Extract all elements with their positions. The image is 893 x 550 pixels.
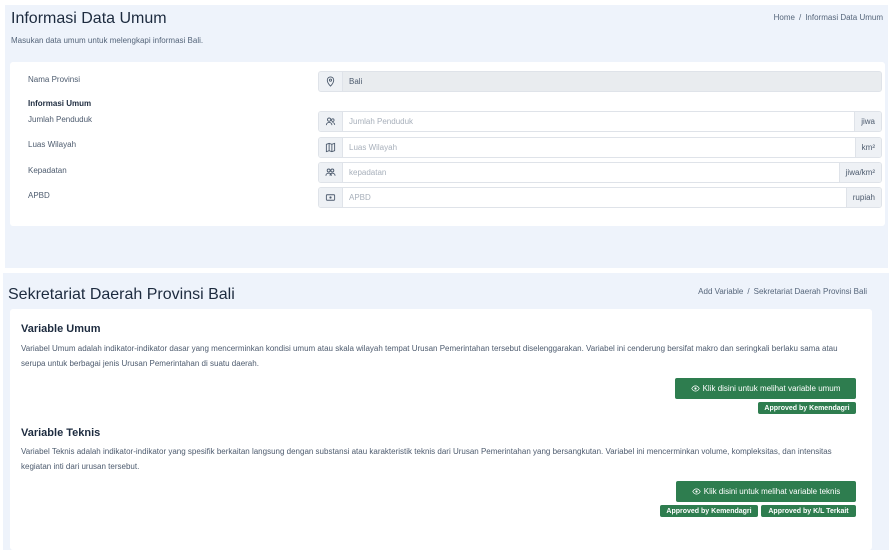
penduduk-input[interactable]: Jumlah Penduduk: [343, 112, 854, 131]
kepadatan-suffix: jiwa/km²: [838, 163, 881, 182]
provinsi-label: Nama Provinsi: [28, 75, 81, 84]
breadcrumb-home[interactable]: Home: [774, 13, 795, 22]
page-subtitle: Masukan data umum untuk melengkapi infor…: [11, 36, 204, 45]
informasi-data-umum-section: Informasi Data Umum Masukan data umum un…: [5, 5, 888, 268]
kepadatan-input[interactable]: kepadatan: [343, 163, 839, 182]
lihat-variable-umum-label: Klik disini untuk melihat variable umum: [702, 384, 841, 393]
lihat-variable-teknis-button[interactable]: Klik disini untuk melihat variable tekni…: [676, 481, 856, 502]
users-group-icon: [319, 163, 343, 182]
variable-umum-description: Variabel Umum adalah indikator-indikator…: [21, 344, 838, 368]
variable-teknis-heading: Variable Teknis: [21, 427, 101, 439]
luas-suffix: km²: [854, 138, 881, 157]
badge-approved-kl-terkait: Approved by K/L Terkait: [761, 505, 856, 517]
breadcrumb-sekretariat: Add Variable / Sekretariat Daerah Provinsi…: [698, 287, 867, 296]
variable-card: Variable Umum Variabel Umum adalah indik…: [10, 309, 872, 550]
variable-umum-heading: Variable Umum: [21, 323, 101, 335]
money-icon: [319, 188, 343, 207]
sekretariat-title: Sekretariat Daerah Provinsi Bali: [8, 286, 235, 303]
map-pin-icon: [319, 72, 343, 91]
informasi-umum-heading: Informasi Umum: [28, 99, 92, 108]
badge-approved-kemendagri-umum: Approved by Kemendagri: [758, 402, 856, 414]
map-icon: [319, 138, 343, 157]
penduduk-input-group[interactable]: Jumlah Penduduk jiwa: [318, 111, 882, 132]
variable-teknis-description: Variabel Teknis adalah indikator-indikat…: [21, 447, 832, 471]
penduduk-label: Jumlah Penduduk: [28, 115, 93, 124]
apbd-input[interactable]: APBD: [343, 188, 846, 207]
data-umum-card: Nama Provinsi Informasi Umum Jumlah Pend…: [10, 62, 885, 226]
apbd-suffix: rupiah: [845, 188, 881, 207]
penduduk-suffix: jiwa: [854, 112, 881, 131]
breadcrumb: Home / Informasi Data Umum: [773, 13, 883, 22]
eye-icon: [690, 385, 700, 392]
kepadatan-input-group[interactable]: kepadatan jiwa/km²: [318, 162, 882, 183]
lihat-variable-umum-button[interactable]: Klik disini untuk melihat variable umum: [675, 378, 856, 399]
sekretariat-section: Sekretariat Daerah Provinsi Bali Add Var…: [3, 273, 889, 550]
provinsi-field: Bali: [318, 71, 882, 92]
kepadatan-label: Kepadatan: [28, 166, 67, 175]
badge-approved-kemendagri-teknis: Approved by Kemendagri: [660, 505, 758, 517]
apbd-label: APBD: [28, 191, 50, 200]
provinsi-value: Bali: [343, 72, 881, 91]
breadcrumb-current: Informasi Data Umum: [805, 13, 883, 22]
lihat-variable-teknis-label: Klik disini untuk melihat variable tekni…: [703, 487, 841, 496]
luas-label: Luas Wilayah: [28, 140, 77, 149]
page-title: Informasi Data Umum: [11, 10, 167, 27]
luas-input-group[interactable]: Luas Wilayah km²: [318, 137, 882, 158]
luas-input[interactable]: Luas Wilayah: [343, 138, 855, 157]
breadcrumb-sekretariat-current: Sekretariat Daerah Provinsi Bali: [753, 287, 867, 296]
eye-icon: [692, 488, 701, 495]
users-icon: [319, 112, 343, 131]
apbd-input-group[interactable]: APBD rupiah: [318, 187, 882, 208]
breadcrumb-add-variable[interactable]: Add Variable: [698, 287, 743, 296]
